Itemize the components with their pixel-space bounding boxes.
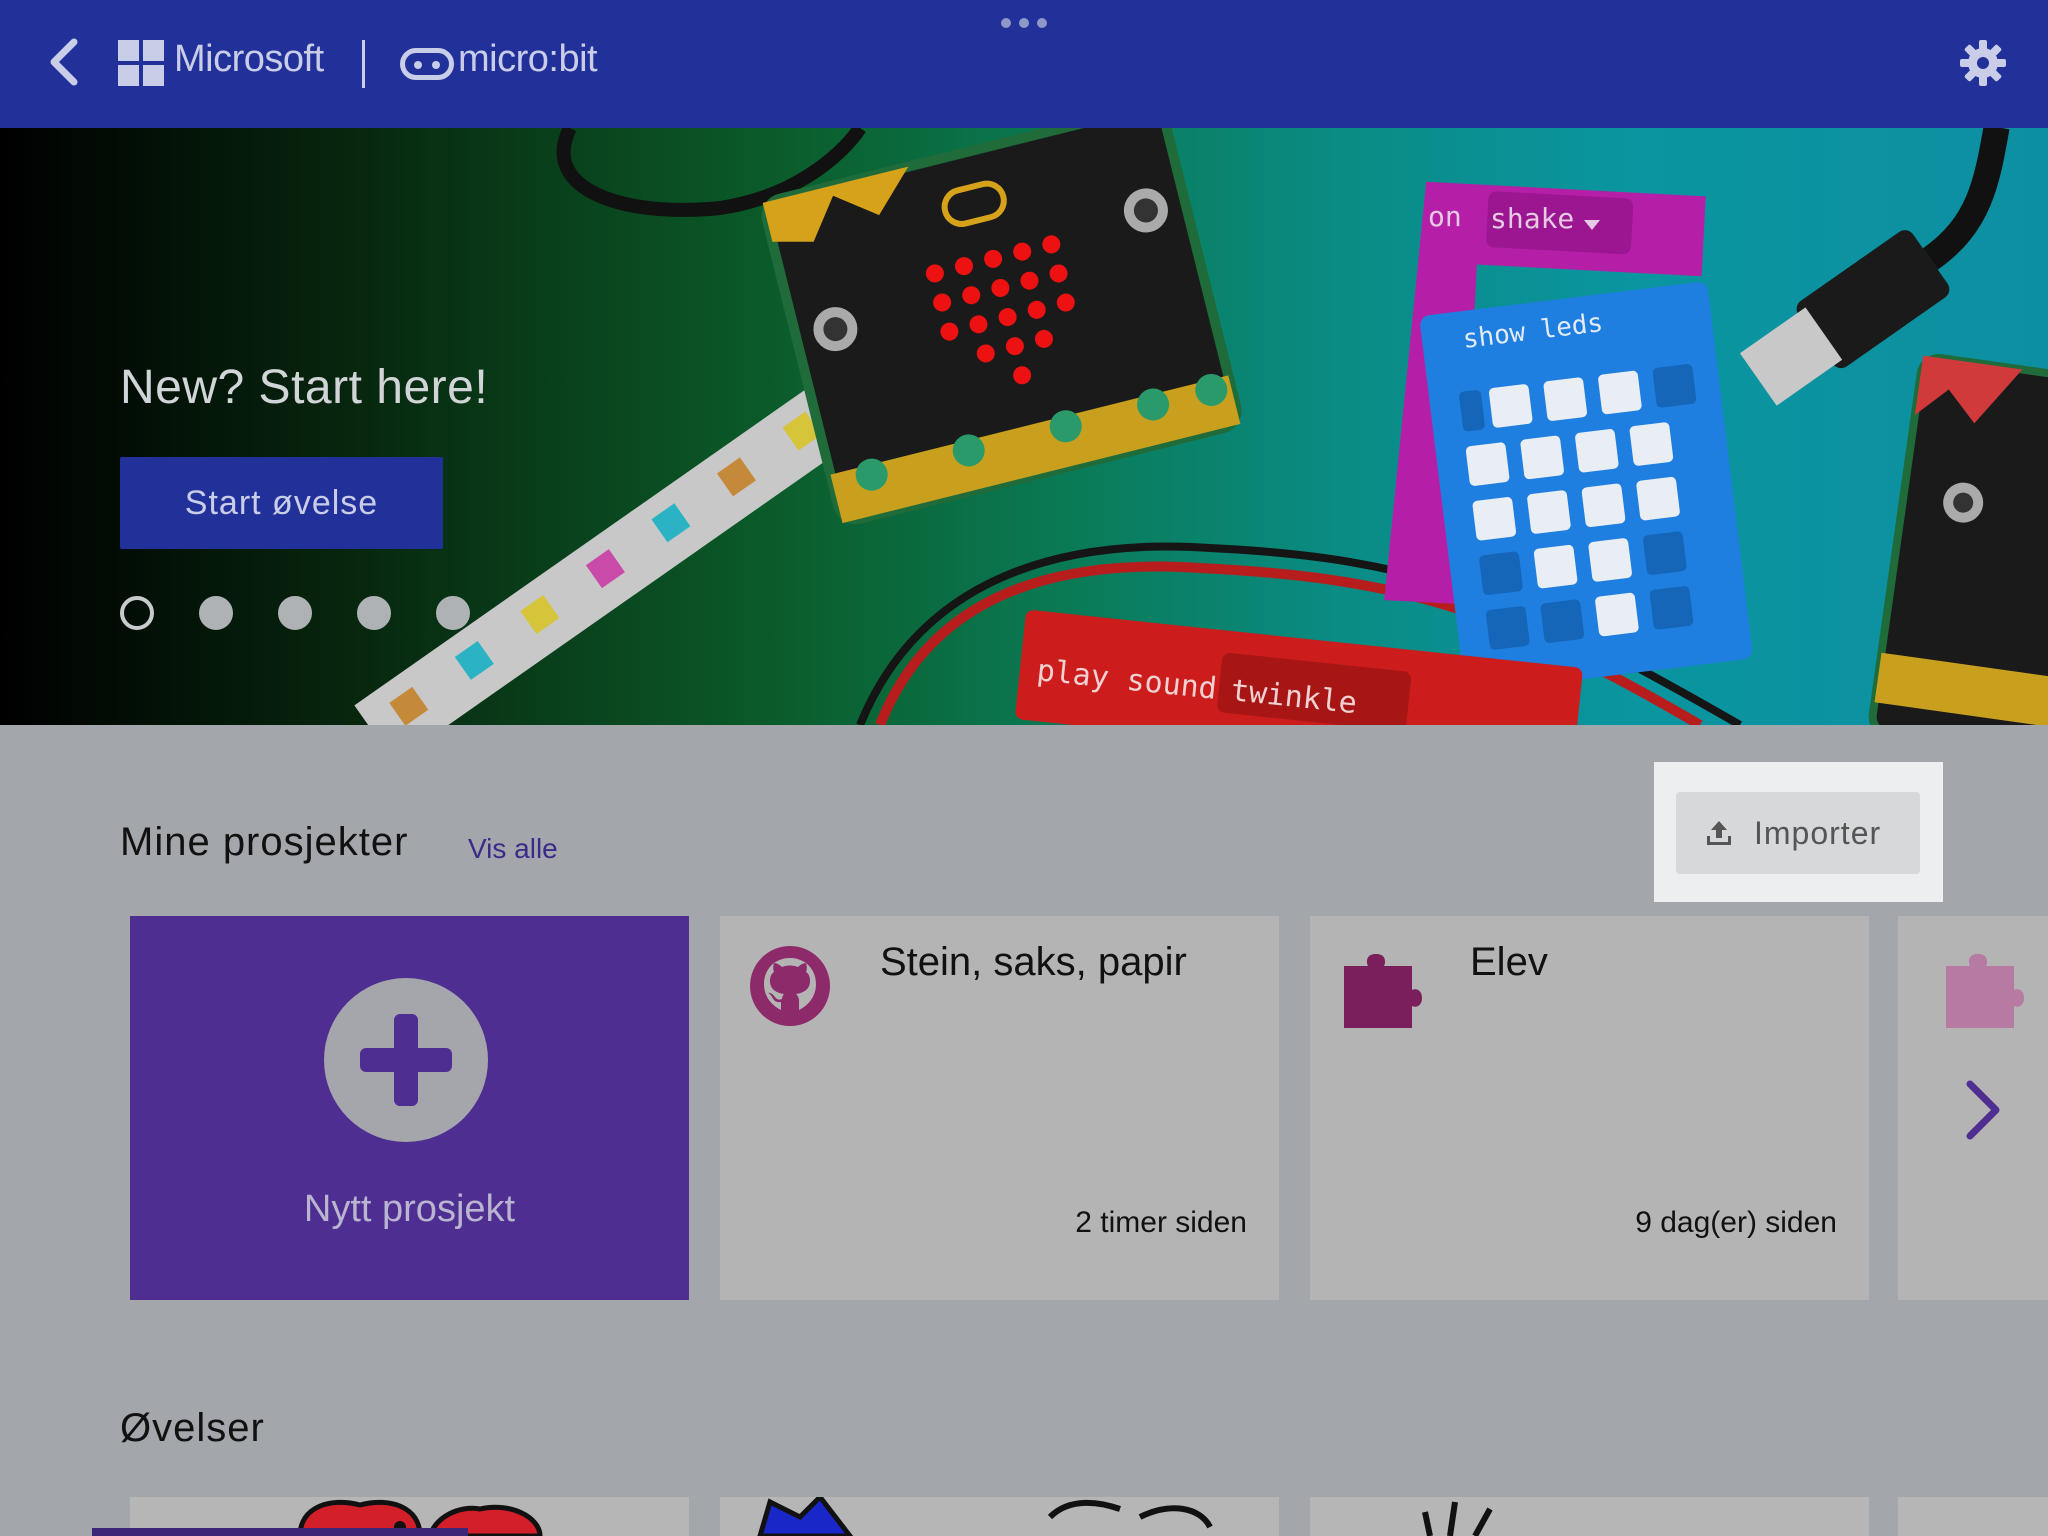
- upload-icon: [1707, 821, 1731, 845]
- more-dots-icon[interactable]: [1000, 18, 1048, 30]
- top-bar: Microsoft micro:bit: [0, 0, 2048, 128]
- microsoft-label: Microsoft: [174, 38, 324, 80]
- project-card[interactable]: Stein, saks, papir 2 timer siden: [720, 916, 1279, 1300]
- my-projects-heading: Mine prosjekter: [120, 820, 409, 864]
- microbit-label: micro:bit: [458, 38, 598, 80]
- project-card[interactable]: Elev 9 dag(er) siden: [1310, 916, 1869, 1300]
- scroll-right-button[interactable]: [1962, 1078, 2006, 1142]
- microsoft-logo-icon: [118, 40, 164, 86]
- carousel-dot-1[interactable]: [120, 596, 154, 630]
- project-time: 2 timer siden: [1075, 1206, 1247, 1239]
- project-time: 9 dag(er) siden: [1635, 1206, 1837, 1239]
- brand-divider: [362, 40, 365, 88]
- hero-title: New? Start here!: [120, 361, 489, 414]
- tutorial-card-partial[interactable]: [1898, 1497, 2048, 1536]
- project-title: Stein, saks, papir: [880, 940, 1187, 984]
- import-label: Importer: [1754, 814, 1882, 851]
- tutorial-thumbnail: [757, 1497, 1213, 1536]
- view-all-link[interactable]: Vis alle: [468, 833, 558, 865]
- microbit-logo-icon: [400, 48, 454, 80]
- puzzle-icon: [1344, 954, 1422, 1028]
- start-tutorial-button[interactable]: Start øvelse: [120, 457, 443, 549]
- gear-icon: [1960, 40, 2006, 86]
- hero-shake-label: shake: [1490, 202, 1574, 235]
- tutorial-card[interactable]: [720, 1497, 1279, 1536]
- carousel-dot-3[interactable]: [278, 596, 312, 630]
- github-icon: [750, 946, 830, 1026]
- new-project-label: Nytt prosjekt: [303, 1188, 516, 1230]
- settings-button[interactable]: [1958, 38, 2008, 88]
- import-button[interactable]: Importer: [1676, 792, 1920, 874]
- tutorial-accent-bar: [92, 1528, 468, 1536]
- tutorial-card[interactable]: [1310, 1497, 1869, 1536]
- tutorial-thumbnail: [1422, 1501, 1493, 1536]
- puzzle-icon: [1946, 954, 2024, 1028]
- back-arrow-icon: [50, 38, 78, 86]
- chevron-right-icon: [1966, 1080, 2000, 1140]
- hero-show-leds-label: show leds: [1461, 308, 1604, 355]
- new-project-card[interactable]: Nytt prosjekt: [130, 916, 689, 1300]
- hero-twinkle-label: twinkle: [1229, 673, 1358, 721]
- tutorials-heading: Øvelser: [120, 1406, 265, 1450]
- carousel-dots: [120, 596, 470, 630]
- import-highlight: Importer: [1654, 762, 1943, 902]
- project-title: Elev: [1470, 940, 1548, 984]
- carousel-dot-5[interactable]: [436, 596, 470, 630]
- hero-play-sound-label: play sound: [1035, 653, 1218, 707]
- carousel-dot-4[interactable]: [357, 596, 391, 630]
- hero-on-label: on: [1428, 200, 1462, 233]
- carousel-dot-2[interactable]: [199, 596, 233, 630]
- hero-banner: on shake show leds play sound twinkle Ne…: [0, 128, 2048, 725]
- hero-block-labels: on shake show leds play sound twinkle: [1035, 200, 1605, 721]
- back-button[interactable]: [40, 36, 88, 88]
- plus-icon: [360, 1014, 452, 1106]
- plus-circle: [324, 978, 488, 1142]
